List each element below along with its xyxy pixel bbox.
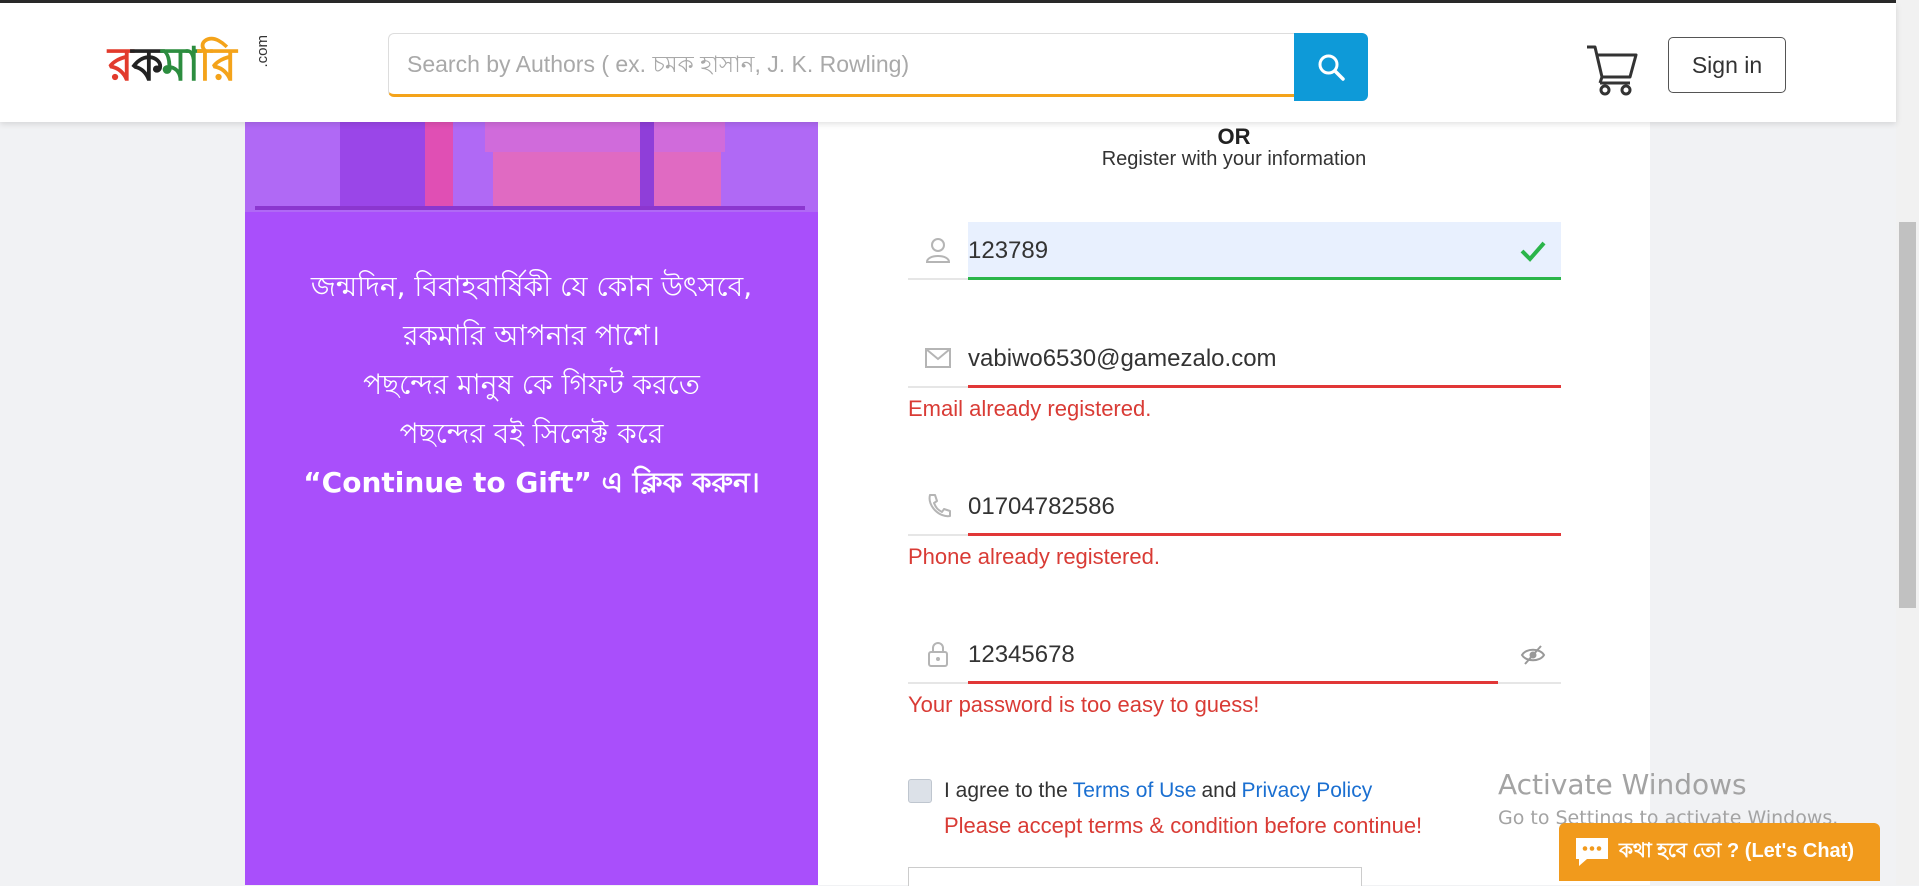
search-bar xyxy=(388,33,1368,101)
password-field xyxy=(908,626,1561,684)
phone-input[interactable] xyxy=(968,478,1561,536)
logo-com-suffix: .com xyxy=(254,35,271,68)
promo-line-2: রকমারি আপনার পাশে। xyxy=(403,319,660,352)
checkmark-icon xyxy=(1520,241,1546,262)
promo-line-3: পছন্দের মানুষ কে গিফট করতে xyxy=(363,368,700,401)
submit-area-partial[interactable] xyxy=(908,867,1362,886)
valid-underline xyxy=(968,277,1561,280)
promo-line-1: জন্মদিন, বিবাহবার্ষিকী যে কোন উৎসবে, xyxy=(310,270,753,303)
eye-slash-icon[interactable] xyxy=(1520,643,1546,667)
agree-text: I agree to the xyxy=(944,779,1068,802)
logo-letter-1: র xyxy=(108,37,133,91)
search-button[interactable] xyxy=(1294,33,1368,101)
page-scrollbar-thumb[interactable] xyxy=(1899,222,1916,608)
phone-error: Phone already registered. xyxy=(908,544,1160,569)
error-underline xyxy=(968,681,1498,684)
error-underline xyxy=(968,385,1561,388)
password-error: Your password is too easy to guess! xyxy=(908,692,1260,717)
logo-wordmark: রকমারি xyxy=(108,31,237,97)
phone-icon xyxy=(908,478,968,536)
terms-checkbox[interactable] xyxy=(908,779,932,803)
terms-agreement: I agree to the Terms of Use and Privacy … xyxy=(908,776,1377,806)
user-icon xyxy=(908,222,968,280)
watermark-title: Activate Windows xyxy=(1498,768,1747,801)
name-input[interactable] xyxy=(968,222,1561,280)
password-input[interactable] xyxy=(968,626,1498,684)
sign-in-button[interactable]: Sign in xyxy=(1668,37,1786,93)
gift-promo-text: জন্মদিন, বিবাহবার্ষিকী যে কোন উৎসবে, রকম… xyxy=(245,262,818,507)
privacy-policy-link[interactable]: Privacy Policy xyxy=(1242,779,1373,803)
chat-button[interactable]: কথা হবে তো ? (Let's Chat) xyxy=(1559,823,1880,881)
chat-bubble-icon xyxy=(1576,838,1608,866)
logo-letter-4: রি xyxy=(198,37,236,91)
search-input[interactable] xyxy=(388,33,1294,97)
email-error: Email already registered. xyxy=(908,396,1152,421)
site-header: রকমারি .com Sign in xyxy=(0,3,1896,122)
email-input[interactable] xyxy=(968,330,1561,388)
error-underline xyxy=(968,533,1561,536)
gift-promo-panel: জন্মদিন, বিবাহবার্ষিকী যে কোন উৎসবে, রকম… xyxy=(245,122,818,885)
register-subtitle: Register with your information xyxy=(1101,148,1367,170)
gift-box-illustration xyxy=(245,122,818,212)
phone-field xyxy=(908,478,1561,536)
rokomari-logo[interactable]: রকমারি .com xyxy=(108,31,278,101)
promo-line-5: “Continue to Gift” এ ক্লিক করুন। xyxy=(303,466,760,499)
search-icon xyxy=(1318,54,1345,81)
cart-icon[interactable] xyxy=(1584,41,1640,97)
terms-of-use-link[interactable]: Terms of Use xyxy=(1073,779,1197,803)
envelope-icon xyxy=(908,330,968,388)
chat-label: কথা হবে তো ? (Let's Chat) xyxy=(1619,839,1854,862)
name-field xyxy=(908,222,1561,280)
lock-icon xyxy=(908,626,968,684)
terms-error: Please accept terms & condition before c… xyxy=(944,813,1423,838)
logo-letter-2: ক xyxy=(131,37,163,91)
email-field xyxy=(908,330,1561,388)
promo-line-4: পছন্দের বই সিলেক্ট করে xyxy=(399,417,664,450)
and-text: and xyxy=(1201,779,1237,802)
logo-letter-3: মা xyxy=(161,37,201,91)
